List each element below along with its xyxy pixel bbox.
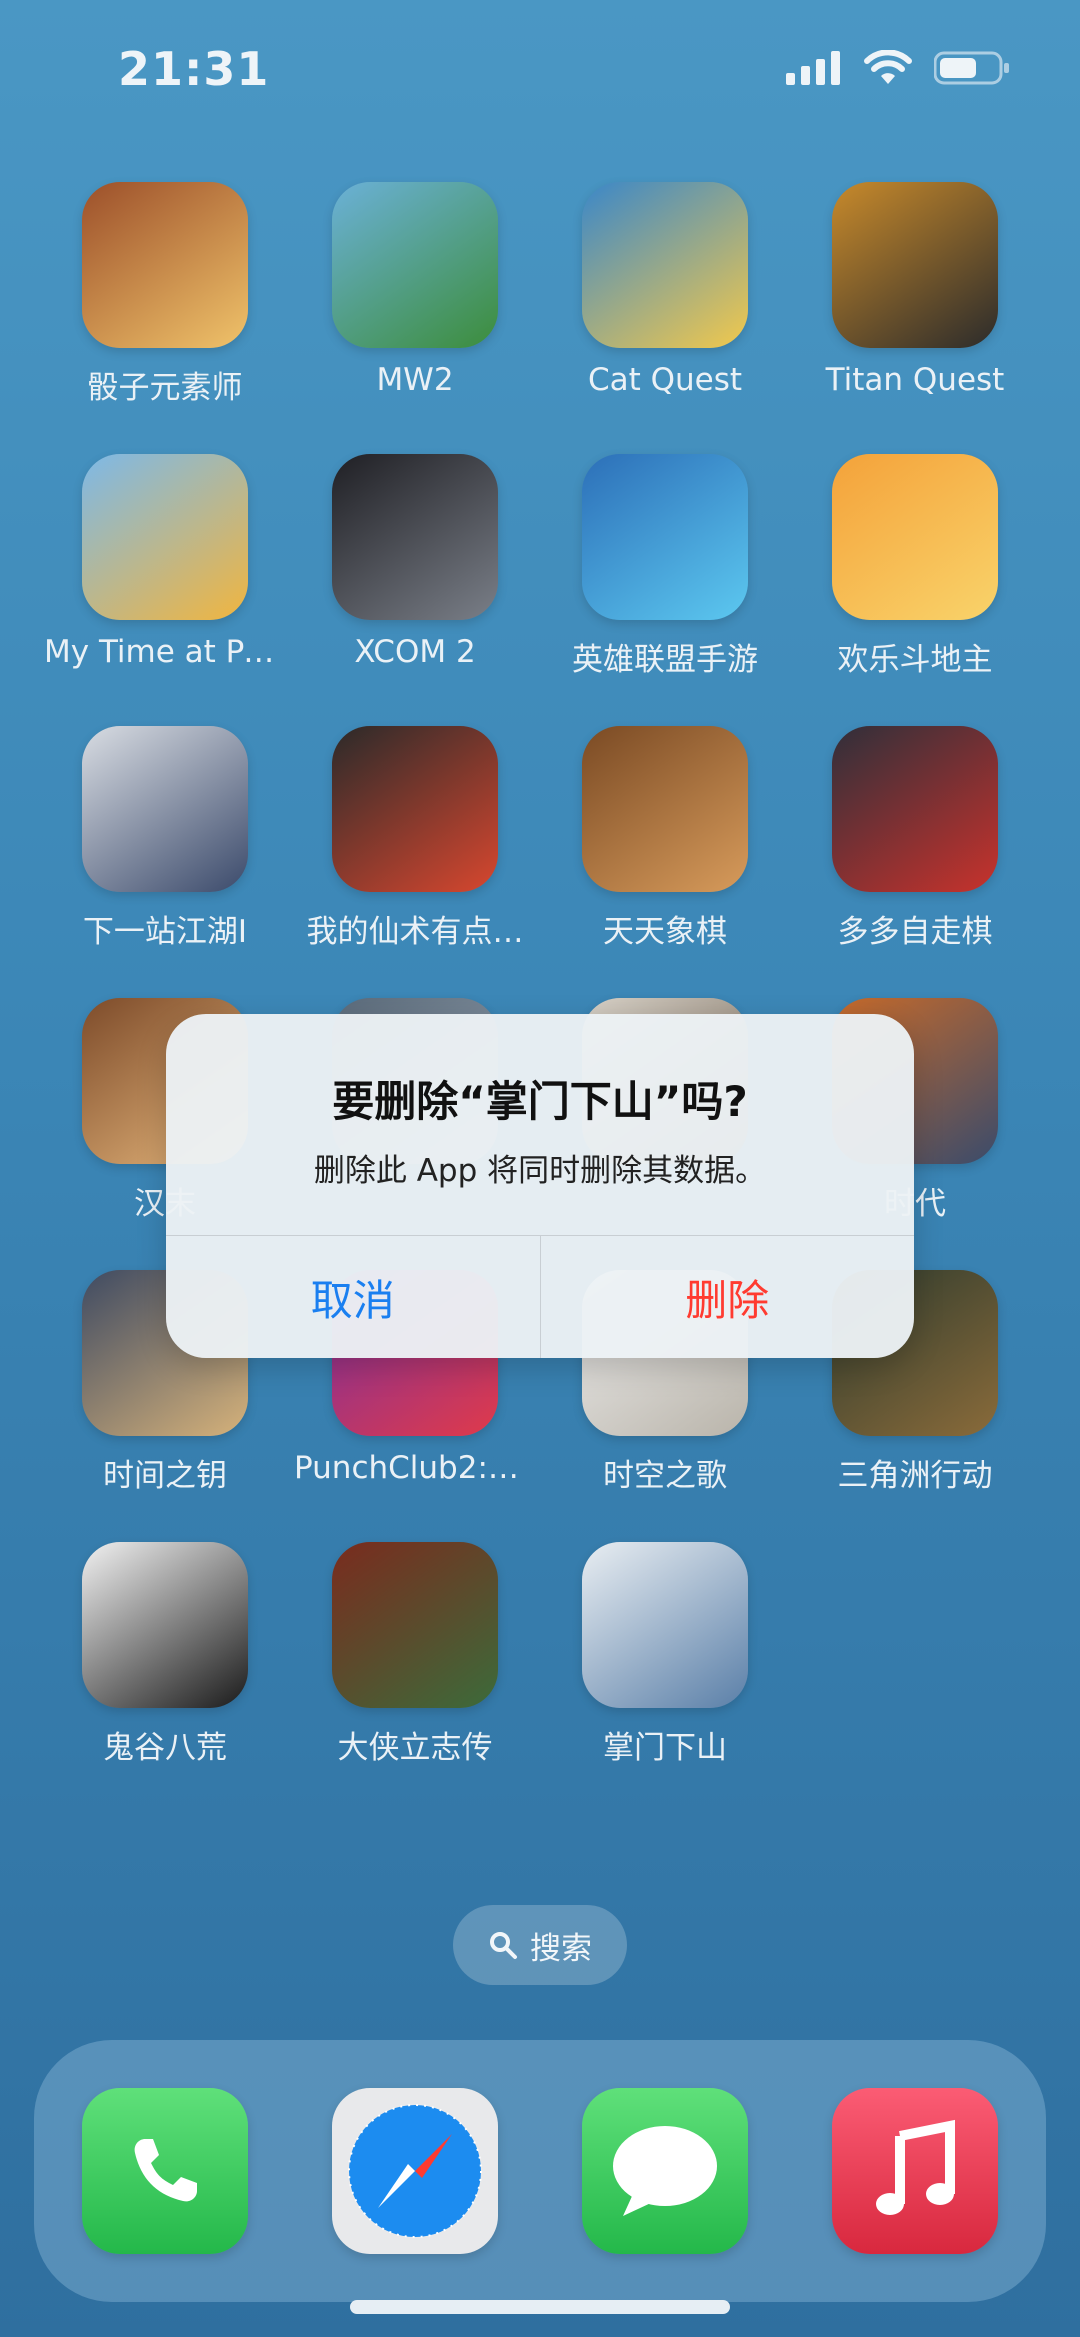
delete-button[interactable]: 删除 [539, 1236, 915, 1358]
app-titan-quest[interactable]: Titan Quest [790, 182, 1040, 398]
app-label: 英雄联盟手游 [572, 642, 758, 678]
app-label: 多多自走棋 [837, 914, 993, 950]
dock [34, 2040, 1046, 2302]
app-label: Cat Quest [587, 362, 743, 398]
auto-chess-icon[interactable] [832, 726, 998, 892]
dou-di-zhu-icon[interactable] [832, 454, 998, 620]
app-label: PunchClub2:F… [294, 1450, 537, 1486]
alert-message: 删除此 App 将同时删除其数据。 [313, 1153, 767, 1189]
mw2-icon[interactable] [332, 182, 498, 348]
jianghu-icon[interactable] [82, 726, 248, 892]
wifi-icon [864, 50, 912, 84]
messages-icon[interactable] [582, 2088, 748, 2254]
app-dou-di-zhu[interactable]: 欢乐斗地主 [790, 454, 1040, 679]
app-label: 我的仙术有点… [306, 914, 524, 950]
portia-icon[interactable] [82, 454, 248, 620]
xianshu-icon[interactable] [332, 726, 498, 892]
status-icons [786, 50, 1010, 86]
app-label: 骰子元素师 [87, 370, 243, 406]
app-dice-elementalist[interactable]: 骰子元素师 [40, 182, 290, 407]
app-label: 天天象棋 [603, 914, 727, 950]
search-label: 搜索 [530, 1930, 592, 1967]
app-label: 欢乐斗地主 [837, 642, 993, 678]
app-xiangqi[interactable]: 天天象棋 [540, 726, 790, 951]
delete-app-alert: 要删除“掌门下山”吗? 删除此 App 将同时删除其数据。 取消 删除 [166, 1014, 914, 1358]
status-bar: 21:31 [0, 0, 1080, 140]
dice-elementalist-icon[interactable] [82, 182, 248, 348]
search-button[interactable]: 搜索 [453, 1905, 627, 1985]
guigu-icon[interactable] [82, 1542, 248, 1708]
app-portia[interactable]: My Time at Portia [40, 454, 290, 670]
zhangmen-icon[interactable] [582, 1542, 748, 1708]
home-indicator[interactable] [350, 2300, 730, 2314]
app-zhangmen[interactable]: 掌门下山 [540, 1542, 790, 1767]
app-xianshu[interactable]: 我的仙术有点… [290, 726, 540, 951]
app-label: 大侠立志传 [337, 1730, 493, 1766]
app-label: 时空之歌 [603, 1458, 727, 1494]
app-cat-quest[interactable]: Cat Quest [540, 182, 790, 398]
app-label: 下一站江湖Ⅰ [82, 914, 248, 950]
search-icon [490, 1932, 517, 1959]
app-label: MW2 [376, 362, 454, 398]
alert-buttons: 取消 删除 [166, 1235, 914, 1358]
titan-quest-icon[interactable] [832, 182, 998, 348]
xiangqi-icon[interactable] [582, 726, 748, 892]
phone-icon[interactable] [82, 2088, 248, 2254]
app-auto-chess[interactable]: 多多自走棋 [790, 726, 1040, 951]
safari-icon[interactable] [332, 2088, 498, 2254]
xcom2-icon[interactable] [332, 454, 498, 620]
music-icon[interactable] [832, 2088, 998, 2254]
status-time: 21:31 [118, 42, 270, 96]
app-label: 时间之钥 [103, 1458, 227, 1494]
app-mw2[interactable]: MW2 [290, 182, 540, 398]
app-label: My Time at Portia [44, 634, 290, 670]
alert-title: 要删除“掌门下山”吗? [332, 1077, 748, 1126]
cat-quest-icon[interactable] [582, 182, 748, 348]
app-label: 掌门下山 [603, 1730, 727, 1766]
app-label: 三角洲行动 [837, 1458, 993, 1494]
app-label: XCOM 2 [354, 634, 476, 670]
app-daxia[interactable]: 大侠立志传 [290, 1542, 540, 1767]
app-label: 鬼谷八荒 [103, 1730, 227, 1766]
cancel-button[interactable]: 取消 [166, 1236, 540, 1358]
app-label: Titan Quest [825, 362, 1005, 398]
battery-icon [934, 51, 1009, 85]
app-xcom2[interactable]: XCOM 2 [290, 454, 540, 670]
app-guigu[interactable]: 鬼谷八荒 [40, 1542, 290, 1767]
cellular-signal-icon [786, 51, 840, 85]
app-lol-wild-rift[interactable]: 英雄联盟手游 [540, 454, 790, 679]
app-jianghu[interactable]: 下一站江湖Ⅰ [40, 726, 290, 951]
lol-wild-rift-icon[interactable] [582, 454, 748, 620]
daxia-icon[interactable] [332, 1542, 498, 1708]
